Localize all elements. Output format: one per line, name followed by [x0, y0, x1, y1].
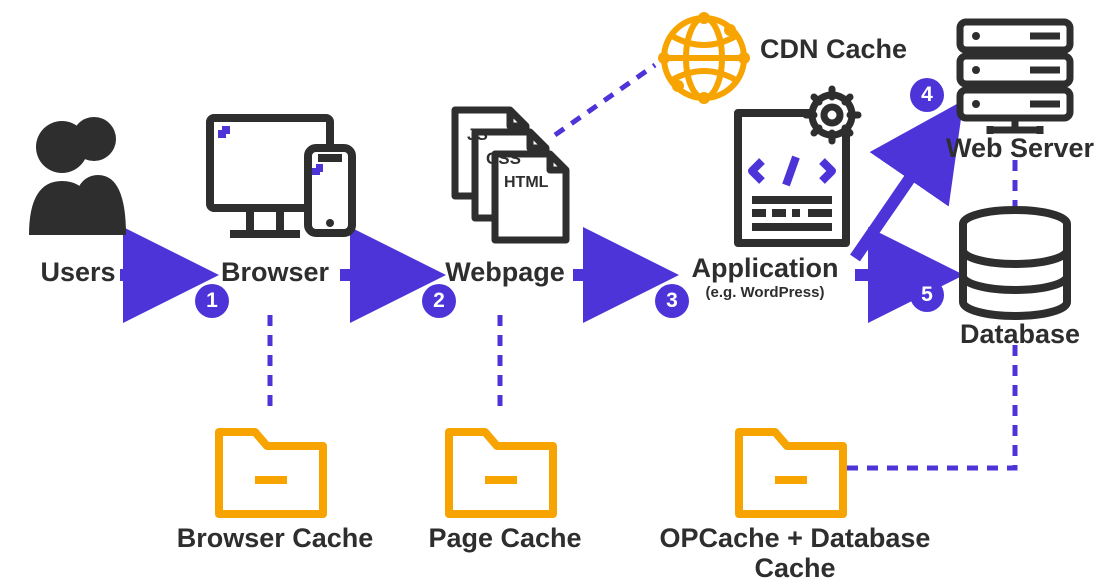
application-icon — [738, 89, 858, 243]
folder-icon-page-cache — [449, 432, 553, 514]
devices-icon — [210, 118, 352, 234]
globe-icon — [658, 12, 750, 104]
web-server-label: Web Server — [940, 134, 1100, 164]
users-icon — [29, 117, 126, 235]
folder-icon-op-db-cache — [739, 432, 843, 514]
database-label: Database — [945, 320, 1095, 350]
application-sublabel: (e.g. WordPress) — [670, 284, 860, 301]
op-db-cache-label: OPCache + Database Cache — [620, 524, 970, 578]
server-icon — [960, 22, 1070, 134]
page-cache-label: Page Cache — [405, 524, 605, 554]
cdn-cache-label: CDN Cache — [760, 35, 940, 65]
step-5: 5 — [910, 278, 944, 312]
application-label: Application — [670, 254, 860, 284]
browser-label: Browser — [205, 258, 345, 288]
step-4: 4 — [910, 78, 944, 112]
folder-icon-browser-cache — [219, 432, 323, 514]
webpage-label: Webpage — [430, 258, 580, 288]
file-label-html: HTML — [504, 174, 549, 191]
file-label-css: CSS — [486, 149, 521, 168]
database-icon — [963, 210, 1067, 316]
step-2: 2 — [422, 284, 456, 318]
file-label-js: JS — [467, 125, 488, 144]
browser-cache-label: Browser Cache — [165, 524, 385, 554]
step-3: 3 — [655, 284, 689, 318]
users-label: Users — [28, 258, 128, 288]
step-1: 1 — [195, 284, 229, 318]
